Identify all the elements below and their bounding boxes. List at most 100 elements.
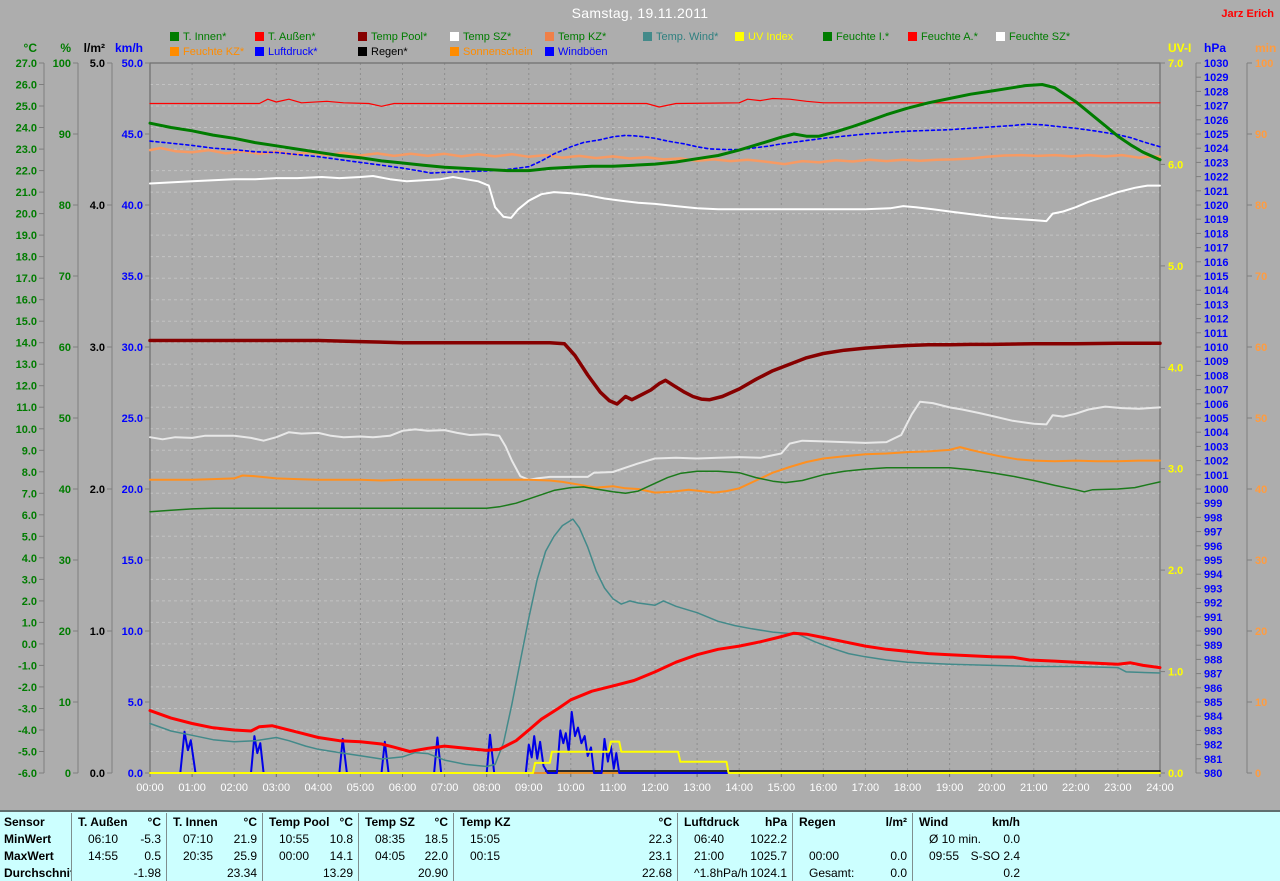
svg-text:50: 50	[1255, 413, 1267, 425]
table-cell	[793, 830, 913, 847]
svg-text:1020: 1020	[1204, 200, 1228, 212]
svg-text:20.0: 20.0	[16, 209, 37, 221]
svg-text:0.0: 0.0	[128, 768, 143, 780]
svg-text:16.0: 16.0	[16, 295, 37, 307]
x-tick-label: 14:00	[725, 782, 753, 794]
table-cell: 20:35 25.9	[167, 847, 263, 864]
svg-text:993: 993	[1204, 583, 1222, 595]
svg-text:100: 100	[1255, 58, 1273, 70]
svg-text:10.0: 10.0	[122, 626, 143, 638]
svg-text:70: 70	[59, 271, 71, 283]
svg-text:3.0: 3.0	[1168, 464, 1183, 476]
svg-text:996: 996	[1204, 541, 1222, 553]
svg-text:70: 70	[1255, 271, 1267, 283]
table-cell: 00:00 0.0	[793, 847, 913, 864]
axis-header: km/h	[115, 41, 143, 55]
table-cell: 15:05 22.3	[454, 830, 678, 847]
svg-text:18.0: 18.0	[16, 252, 37, 264]
svg-text:1016: 1016	[1204, 257, 1228, 269]
svg-text:1000: 1000	[1204, 484, 1228, 496]
svg-text:995: 995	[1204, 555, 1222, 567]
svg-text:80: 80	[59, 200, 71, 212]
table-cell: 0.2	[1003, 865, 1020, 880]
svg-text:1009: 1009	[1204, 356, 1228, 368]
svg-text:1013: 1013	[1204, 299, 1228, 311]
svg-text:25.0: 25.0	[16, 101, 37, 113]
svg-text:1011: 1011	[1204, 328, 1228, 340]
svg-text:1022: 1022	[1204, 172, 1228, 184]
svg-text:-6.0: -6.0	[18, 768, 37, 780]
svg-text:1007: 1007	[1204, 385, 1228, 397]
svg-text:1027: 1027	[1204, 101, 1228, 113]
table-cell: 00:15 23.1	[454, 847, 678, 864]
x-tick-label: 02:00	[220, 782, 248, 794]
svg-text:1019: 1019	[1204, 214, 1228, 226]
table-cell: 06:10 -5.3	[72, 830, 167, 847]
svg-text:50: 50	[59, 413, 71, 425]
svg-text:1030: 1030	[1204, 58, 1228, 70]
axis-header: l/m²	[84, 41, 105, 55]
svg-text:1023: 1023	[1204, 157, 1228, 169]
svg-text:2.0: 2.0	[1168, 565, 1183, 577]
x-tick-label: 15:00	[768, 782, 796, 794]
svg-text:1012: 1012	[1204, 314, 1228, 326]
svg-text:27.0: 27.0	[16, 58, 37, 70]
svg-text:7.0: 7.0	[22, 488, 37, 500]
svg-text:1017: 1017	[1204, 243, 1228, 255]
table-group-header: Temp SZ °C	[359, 813, 454, 830]
svg-text:15.0: 15.0	[16, 316, 37, 328]
svg-text:2.0: 2.0	[90, 484, 105, 496]
svg-text:994: 994	[1204, 569, 1223, 581]
svg-text:-1.0: -1.0	[18, 660, 37, 672]
svg-text:8.0: 8.0	[22, 467, 37, 479]
svg-text:1.0: 1.0	[1168, 667, 1183, 679]
table-cell: 00:00 14.1	[263, 847, 359, 864]
x-tick-label: 06:00	[389, 782, 417, 794]
svg-text:5.0: 5.0	[90, 58, 105, 70]
x-tick-label: 11:00	[600, 782, 627, 794]
svg-text:2.0: 2.0	[22, 596, 37, 608]
table-group-header: Luftdruck hPa	[678, 813, 793, 830]
svg-text:50.0: 50.0	[122, 58, 143, 70]
svg-text:1008: 1008	[1204, 370, 1228, 382]
svg-text:4.0: 4.0	[90, 200, 105, 212]
table-cell: 23.34	[167, 864, 263, 881]
axis-header: hPa	[1204, 41, 1226, 55]
stats-table: Sensor T. Außen °C T. Innen °C Temp Pool °C Tem…	[0, 810, 1280, 881]
svg-text:23.0: 23.0	[16, 144, 37, 156]
x-tick-label: 24:00	[1146, 782, 1174, 794]
svg-text:9.0: 9.0	[22, 445, 37, 457]
svg-text:1.0: 1.0	[22, 617, 37, 629]
svg-text:987: 987	[1204, 669, 1222, 681]
svg-text:-2.0: -2.0	[18, 682, 37, 694]
svg-text:997: 997	[1204, 527, 1222, 539]
svg-text:982: 982	[1204, 740, 1222, 752]
svg-text:4.0: 4.0	[1168, 362, 1183, 374]
svg-text:983: 983	[1204, 725, 1222, 737]
x-tick-label: 18:00	[894, 782, 922, 794]
table-cell: 20.90	[359, 864, 454, 881]
x-tick-label: 03:00	[263, 782, 291, 794]
svg-text:30: 30	[59, 555, 71, 567]
svg-text:40: 40	[1255, 484, 1267, 496]
svg-text:-5.0: -5.0	[18, 747, 37, 759]
table-cell: Gesamt: 0.0	[793, 864, 913, 881]
table-cell: ^1.8hPa/h 1024.1	[678, 864, 793, 881]
svg-text:12.0: 12.0	[16, 381, 37, 393]
svg-text:3.0: 3.0	[90, 342, 105, 354]
svg-text:988: 988	[1204, 654, 1222, 666]
table-cell: 13.29	[263, 864, 359, 881]
table-cell: 04:05 22.0	[359, 847, 454, 864]
svg-text:6.0: 6.0	[22, 510, 37, 522]
svg-text:5.0: 5.0	[1168, 261, 1183, 273]
x-tick-label: 01:00	[178, 782, 206, 794]
x-tick-label: 10:00	[557, 782, 585, 794]
svg-text:991: 991	[1204, 612, 1222, 624]
x-tick-label: 20:00	[978, 782, 1006, 794]
svg-text:24.0: 24.0	[16, 123, 37, 135]
table-filler	[1025, 813, 1280, 830]
svg-text:1029: 1029	[1204, 72, 1228, 84]
svg-text:1010: 1010	[1204, 342, 1228, 354]
x-tick-label: 07:00	[431, 782, 459, 794]
svg-text:22.0: 22.0	[16, 166, 37, 178]
